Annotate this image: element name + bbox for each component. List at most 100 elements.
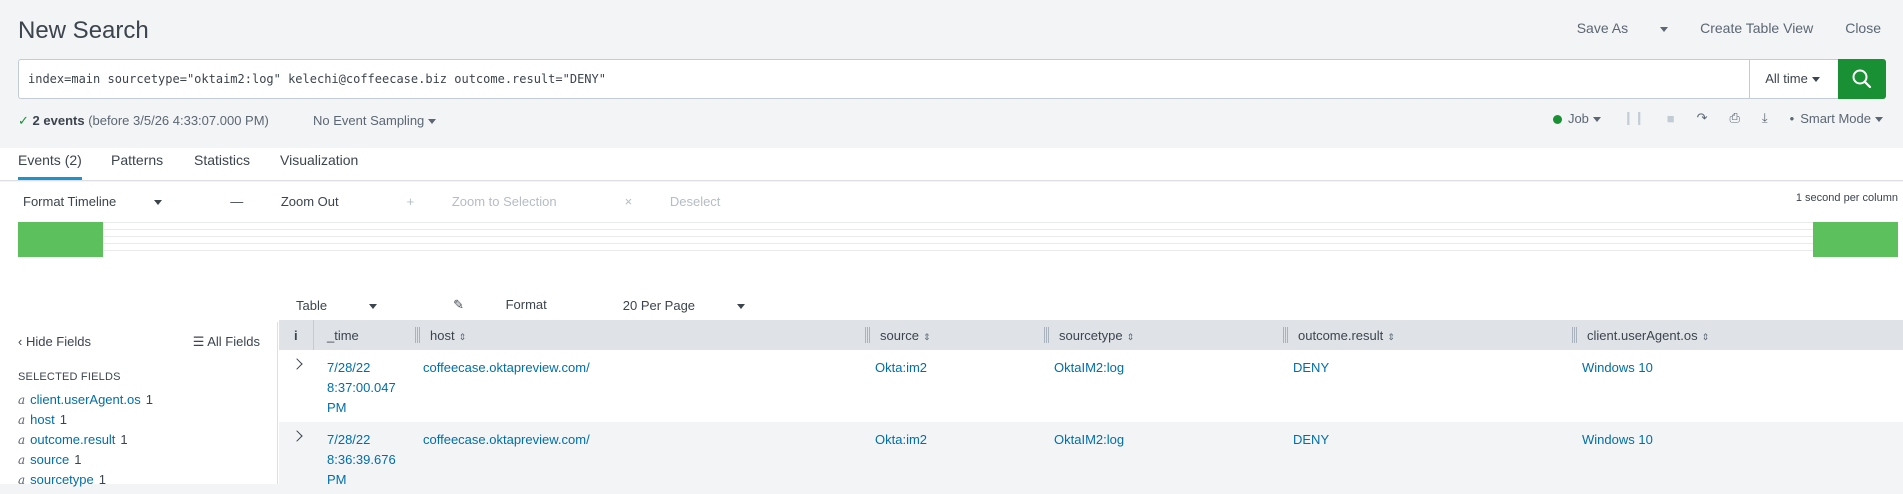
job-status-row: ✓ 2 events (before 3/5/26 4:33:07.000 PM…	[0, 110, 1903, 132]
tab-visualization[interactable]: Visualization	[280, 152, 358, 177]
column-header-outcome-result[interactable]: outcome.result ⇕	[1298, 320, 1395, 350]
field-count: 1	[98, 472, 106, 487]
page-title: New Search	[18, 17, 149, 44]
field-name: sourcetype	[30, 472, 94, 487]
zoom-out-button[interactable]: — Zoom Out	[230, 194, 372, 209]
job-status-dot-icon	[1552, 114, 1562, 124]
chevron-down-icon	[369, 303, 378, 309]
stop-icon[interactable]: ■	[1667, 111, 1675, 126]
field-item[interactable]: a client.userAgent.os 1	[18, 390, 153, 410]
search-bar: index=main sourcetype="oktaim2:log" kele…	[18, 59, 1886, 99]
format-timeline-label: Format Timeline	[23, 194, 117, 209]
share-icon[interactable]: ↷	[1697, 110, 1708, 126]
per-page-menu[interactable]: 20 Per Page	[623, 298, 783, 313]
tab-patterns[interactable]: Patterns	[111, 152, 163, 177]
column-header-label: host	[430, 328, 455, 343]
results-toolbar: Table ✎ Format 20 Per Page	[296, 290, 821, 320]
event-outcome-result[interactable]: DENY	[1293, 358, 1329, 378]
search-input[interactable]: index=main sourcetype="oktaim2:log" kele…	[28, 72, 606, 86]
event-outcome-result[interactable]: DENY	[1293, 430, 1329, 450]
field-item[interactable]: a source 1	[18, 450, 153, 470]
field-item[interactable]: a sourcetype 1	[18, 470, 153, 490]
sort-icon: ⇕	[923, 331, 931, 342]
event-sampling-dropdown[interactable]: No Event Sampling	[313, 113, 437, 128]
create-table-view-button[interactable]: Create Table View	[1700, 20, 1813, 36]
timeline-bar[interactable]	[1813, 222, 1898, 257]
plus-icon: +	[406, 194, 418, 209]
field-count: 1	[74, 452, 82, 467]
timeline-chart[interactable]	[18, 222, 1898, 257]
hide-fields-button[interactable]: ‹ Hide Fields	[18, 334, 91, 349]
list-icon: ☰	[192, 334, 208, 349]
event-time[interactable]: 7/28/22 8:36:39.676 PM	[327, 430, 407, 490]
sampling-label: No Event Sampling	[313, 113, 425, 128]
field-type-icon: a	[18, 453, 26, 467]
event-time[interactable]: 7/28/22 8:37:00.047 PM	[327, 358, 407, 418]
chevron-right-icon[interactable]	[291, 358, 303, 370]
format-button[interactable]: ✎ Format	[453, 297, 585, 313]
drag-handle-icon[interactable]	[1283, 327, 1288, 343]
sort-icon: ⇕	[458, 331, 467, 342]
field-item[interactable]: a outcome.result 1	[18, 430, 153, 450]
format-timeline-menu[interactable]: Format Timeline	[23, 194, 196, 209]
tab-events[interactable]: Events (2)	[18, 152, 82, 180]
field-name: host	[30, 412, 55, 427]
table-view-menu[interactable]: Table	[296, 298, 415, 313]
selected-fields-list: a client.userAgent.os 1 a host 1 a outcome.re…	[18, 390, 153, 490]
all-fields-button[interactable]: ☰ All Fields	[193, 334, 260, 350]
chevron-down-icon	[1875, 116, 1883, 122]
event-host[interactable]: coffeecase.oktapreview.com/	[423, 430, 590, 450]
zoom-to-selection-button[interactable]: + Zoom to Selection	[407, 194, 591, 209]
zoom-selection-label: Zoom to Selection	[451, 194, 557, 209]
results-tabs: Events (2) Patterns Statistics Visualiza…	[0, 148, 1903, 181]
column-header-host[interactable]: host ⇕	[430, 320, 466, 350]
pause-icon[interactable]: ❙❙	[1623, 110, 1645, 126]
field-item[interactable]: a host 1	[18, 410, 153, 430]
time-range-picker[interactable]: All time	[1749, 59, 1835, 99]
event-user-agent-os[interactable]: Windows 10	[1582, 358, 1653, 378]
job-toolbar: Job ❙❙ ■ ↷ ⎙ ⤓ • Smart Mode	[1531, 110, 1883, 126]
timeline-panel: Format Timeline — Zoom Out + Zoom to Sel…	[0, 182, 1903, 292]
column-header-user-agent-os[interactable]: client.userAgent.os ⇕	[1587, 320, 1709, 350]
search-button[interactable]	[1838, 59, 1886, 99]
check-icon: ✓	[18, 113, 29, 128]
save-as-menu[interactable]: Save As	[1545, 20, 1669, 36]
timeline-bar[interactable]	[18, 222, 103, 257]
column-header-source[interactable]: source ⇕	[880, 320, 931, 350]
deselect-label: Deselect	[669, 194, 721, 209]
time-range-label: All time	[1765, 71, 1808, 86]
search-icon	[1852, 69, 1872, 89]
timeline-toolbar: Format Timeline — Zoom Out + Zoom to Sel…	[23, 194, 788, 209]
smart-mode-label: Smart Mode	[1800, 110, 1871, 126]
field-count: 1	[59, 412, 67, 427]
event-sourcetype[interactable]: OktaIM2:log	[1054, 430, 1124, 450]
events-status: ✓ 2 events (before 3/5/26 4:33:07.000 PM…	[18, 113, 269, 129]
job-menu[interactable]: Job	[1552, 111, 1601, 126]
export-icon[interactable]: ⤓	[1762, 110, 1768, 126]
event-source[interactable]: Okta:im2	[875, 430, 927, 450]
drag-handle-icon[interactable]	[865, 327, 870, 343]
event-source[interactable]: Okta:im2	[875, 358, 927, 378]
close-button[interactable]: Close	[1845, 20, 1881, 36]
chevron-down-icon	[1592, 116, 1601, 122]
hide-fields-label: Hide Fields	[25, 334, 91, 349]
column-header-sourcetype[interactable]: sourcetype ⇕	[1059, 320, 1134, 350]
drag-handle-icon[interactable]	[1044, 327, 1049, 343]
event-host[interactable]: coffeecase.oktapreview.com/	[423, 358, 590, 378]
tab-statistics[interactable]: Statistics	[194, 152, 250, 177]
deselect-button[interactable]: × Deselect	[625, 194, 755, 209]
event-sourcetype[interactable]: OktaIM2:log	[1054, 358, 1124, 378]
chevron-right-icon[interactable]	[291, 430, 303, 442]
drag-handle-icon[interactable]	[1572, 327, 1577, 343]
column-header-time[interactable]: _time	[327, 320, 359, 350]
event-clock: 8:36:39.676	[327, 452, 396, 467]
print-icon[interactable]: ⎙	[1729, 110, 1739, 126]
field-count: 1	[145, 392, 153, 407]
smart-mode-menu[interactable]: • Smart Mode	[1790, 111, 1883, 126]
sidebar-header: ‹ Hide Fields ☰ All Fields	[18, 334, 260, 349]
column-header-label: outcome.result	[1298, 328, 1384, 343]
event-user-agent-os[interactable]: Windows 10	[1582, 430, 1653, 450]
info-column-header[interactable]: i	[294, 320, 298, 350]
lightbulb-icon: •	[1789, 110, 1795, 126]
drag-handle-icon[interactable]	[415, 327, 420, 343]
